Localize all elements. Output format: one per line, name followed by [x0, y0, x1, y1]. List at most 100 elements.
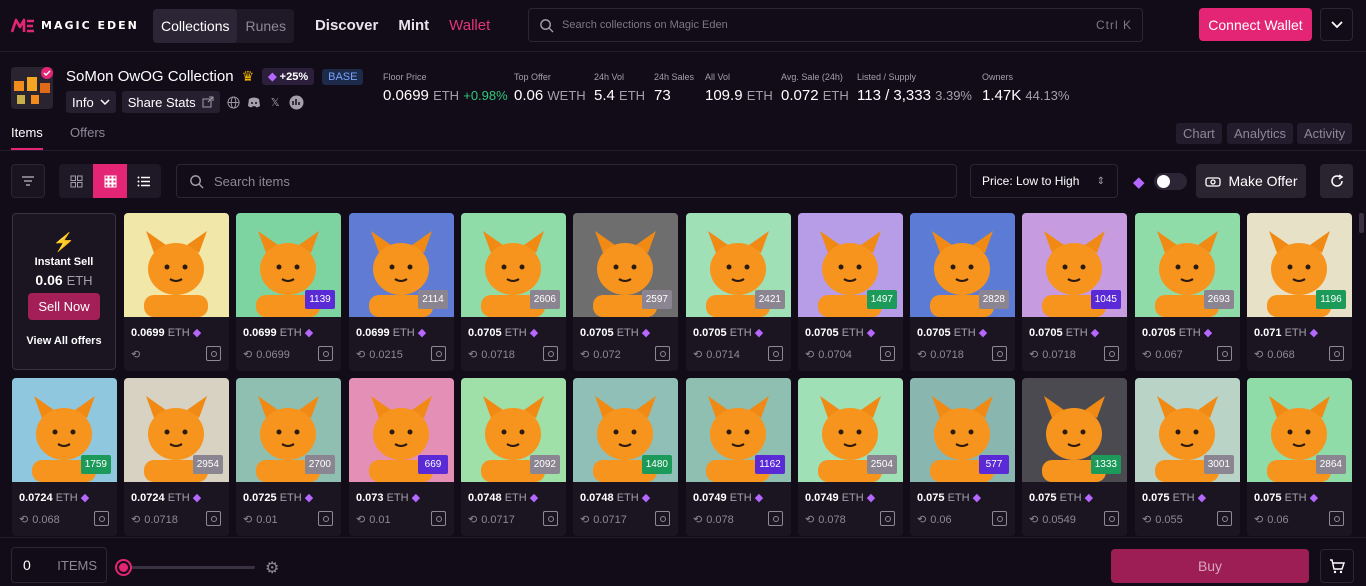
menu-button[interactable]	[1320, 8, 1353, 41]
nft-card[interactable]: 669 0.073 ETH ◆ ⟲ 0.01	[349, 378, 454, 536]
chevron-down-icon	[100, 98, 110, 105]
boost-toggle[interactable]	[1154, 173, 1187, 190]
last-sale-value: 0.01	[256, 513, 278, 526]
make-offer-button[interactable]: Make Offer	[1196, 164, 1306, 198]
last-sale-icon: ⟲	[580, 349, 590, 361]
expand-icon[interactable]	[94, 511, 109, 526]
tab-collections[interactable]: Collections	[153, 8, 238, 43]
nft-image[interactable]	[124, 213, 229, 317]
gear-icon[interactable]: ⚙	[265, 558, 279, 578]
nft-card[interactable]: 2606 0.0705 ETH ◆ ⟲ 0.0718	[461, 213, 566, 371]
nft-card[interactable]: 2504 0.0749 ETH ◆ ⟲ 0.078	[798, 378, 903, 536]
instant-sell-unit: ETH	[66, 273, 93, 288]
tab-runes[interactable]: Runes	[237, 9, 293, 43]
nft-card[interactable]: 2828 0.0705 ETH ◆ ⟲ 0.0718	[910, 213, 1015, 371]
tab-activity[interactable]: Activity	[1297, 123, 1353, 144]
refresh-button[interactable]	[1320, 164, 1353, 198]
nft-card[interactable]: 2700 0.0725 ETH ◆ ⟲ 0.01	[236, 378, 341, 536]
expand-icon[interactable]	[1217, 346, 1232, 361]
expand-icon[interactable]	[431, 346, 446, 361]
cart-button[interactable]	[1320, 549, 1354, 583]
gem-icon: ◆	[1197, 492, 1207, 504]
last-sale-value: 0.072	[593, 348, 621, 361]
nft-card[interactable]: 2597 0.0705 ETH ◆ ⟲ 0.072	[573, 213, 678, 371]
collection-search-input[interactable]: Search collections on Magic Eden Ctrl K	[528, 8, 1143, 42]
nft-card[interactable]: 2954 0.0724 ETH ◆ ⟲ 0.0718	[124, 378, 229, 536]
expand-icon[interactable]	[206, 511, 221, 526]
expand-icon[interactable]	[1329, 346, 1344, 361]
gem-icon: ◆	[1309, 327, 1319, 339]
tab-analytics[interactable]: Analytics	[1227, 123, 1294, 144]
nft-card[interactable]: 2421 0.0705 ETH ◆ ⟲ 0.0714	[686, 213, 791, 371]
view-list[interactable]	[127, 164, 161, 198]
slider-thumb[interactable]	[117, 561, 130, 574]
rarity-rank-badge: 669	[418, 455, 448, 474]
expand-icon[interactable]	[880, 511, 895, 526]
rarity-rank-badge: 2700	[304, 455, 335, 474]
nft-card[interactable]: 2864 0.075 ETH ◆ ⟲ 0.06	[1247, 378, 1352, 536]
sweep-slider[interactable]	[117, 561, 255, 574]
nft-price: 0.0725 ETH ◆	[243, 491, 313, 504]
buy-button[interactable]: Buy	[1111, 549, 1309, 583]
connect-wallet-button[interactable]: Connect Wallet	[1199, 8, 1312, 41]
expand-icon[interactable]	[1217, 511, 1232, 526]
nav-mint[interactable]: Mint	[398, 17, 429, 34]
sort-select[interactable]: Price: Low to High ⇕	[970, 164, 1118, 198]
expand-icon[interactable]	[431, 511, 446, 526]
nft-card[interactable]: 1333 0.075 ETH ◆ ⟲ 0.0549	[1022, 378, 1127, 536]
expand-icon[interactable]	[768, 511, 783, 526]
nft-card[interactable]: 2114 0.0699 ETH ◆ ⟲ 0.0215	[349, 213, 454, 371]
nft-card[interactable]: 577 0.075 ETH ◆ ⟲ 0.06	[910, 378, 1015, 536]
expand-icon[interactable]	[992, 511, 1007, 526]
nft-card[interactable]: 1045 0.0705 ETH ◆ ⟲ 0.0718	[1022, 213, 1127, 371]
nft-card[interactable]: 1196 0.071 ETH ◆ ⟲ 0.068	[1247, 213, 1352, 371]
view-small-grid[interactable]	[93, 164, 127, 198]
x-twitter-icon[interactable]: 𝕏	[268, 95, 283, 110]
tab-chart[interactable]: Chart	[1176, 123, 1222, 144]
nft-card[interactable]: 1139 0.0699 ETH ◆ ⟲ 0.0699	[236, 213, 341, 371]
expand-icon[interactable]	[1104, 346, 1119, 361]
nft-card[interactable]: 2693 0.0705 ETH ◆ ⟲ 0.067	[1135, 213, 1240, 371]
nft-card[interactable]: 0.0699 ETH ◆ ⟲	[124, 213, 229, 371]
tab-offers[interactable]: Offers	[70, 125, 105, 140]
expand-icon[interactable]	[992, 346, 1007, 361]
expand-icon[interactable]	[655, 346, 670, 361]
nft-card[interactable]: 1497 0.0705 ETH ◆ ⟲ 0.0704	[798, 213, 903, 371]
expand-icon[interactable]	[655, 511, 670, 526]
discord-icon[interactable]	[247, 95, 262, 110]
brand-logo[interactable]: MAGIC EDEN	[11, 18, 141, 34]
nft-card[interactable]: 3001 0.075 ETH ◆ ⟲ 0.055	[1135, 378, 1240, 536]
expand-icon[interactable]	[1329, 511, 1344, 526]
share-stats-button[interactable]: Share Stats	[121, 91, 220, 113]
expand-icon[interactable]	[543, 346, 558, 361]
tab-items[interactable]: Items	[11, 125, 43, 140]
expand-icon[interactable]	[318, 346, 333, 361]
nft-card[interactable]: 1162 0.0749 ETH ◆ ⟲ 0.078	[686, 378, 791, 536]
nft-card[interactable]: 2092 0.0748 ETH ◆ ⟲ 0.0717	[461, 378, 566, 536]
nft-card[interactable]: 1759 0.0724 ETH ◆ ⟲ 0.068	[12, 378, 117, 536]
item-quantity-input[interactable]: 0 ITEMS	[11, 547, 107, 583]
item-search-input[interactable]: Search items	[176, 164, 957, 198]
sell-now-button[interactable]: Sell Now	[28, 293, 100, 320]
filter-button[interactable]	[11, 164, 45, 198]
marketplace-icon[interactable]	[289, 95, 304, 110]
view-large-grid[interactable]	[59, 164, 93, 198]
expand-icon[interactable]	[318, 511, 333, 526]
info-dropdown[interactable]: Info	[66, 91, 116, 113]
expand-icon[interactable]	[768, 346, 783, 361]
nft-price: 0.0705 ETH ◆	[580, 326, 650, 339]
nav-wallet[interactable]: Wallet	[449, 17, 490, 34]
expand-icon[interactable]	[206, 346, 221, 361]
scrollbar[interactable]	[1359, 213, 1364, 233]
expand-icon[interactable]	[1104, 511, 1119, 526]
nft-card[interactable]: 1480 0.0748 ETH ◆ ⟲ 0.0717	[573, 378, 678, 536]
expand-icon[interactable]	[880, 346, 895, 361]
last-sale-value: 0.0699	[256, 348, 290, 361]
nav-discover[interactable]: Discover	[315, 17, 378, 34]
gem-icon: ◆	[268, 71, 277, 83]
globe-icon[interactable]	[226, 95, 241, 110]
main-nav: Discover Mint Wallet	[315, 17, 490, 34]
expand-icon[interactable]	[543, 511, 558, 526]
gem-icon: ◆	[754, 327, 764, 339]
view-all-offers-link[interactable]: View All offers	[26, 335, 101, 347]
